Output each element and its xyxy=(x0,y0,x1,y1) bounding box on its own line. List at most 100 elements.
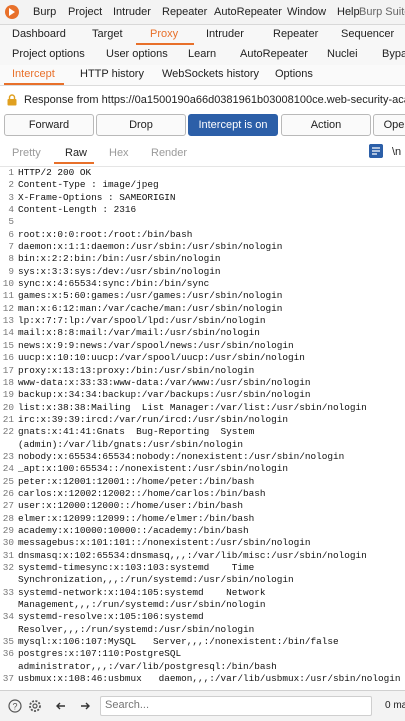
tab-proxy[interactable]: Proxy xyxy=(150,28,178,40)
search-field[interactable] xyxy=(100,696,372,716)
tab-sequencer[interactable]: Sequencer xyxy=(341,28,394,40)
tab-options[interactable]: Options xyxy=(275,68,313,80)
editor-line: administrator,,,:/var/lib/postgresql:/bi… xyxy=(0,661,405,673)
line-number: 27 xyxy=(2,500,14,512)
line-number: 10 xyxy=(2,278,14,290)
drop-button[interactable]: Drop xyxy=(96,114,186,136)
menu-window[interactable]: Window xyxy=(287,6,326,18)
editor-line: 5 xyxy=(0,216,405,228)
editor-line: 11 games:x:5:60:games:/usr/games:/usr/sbi… xyxy=(0,290,405,302)
line-number: 13 xyxy=(2,315,14,327)
secondary-tabs: Project options User options Learn AutoR… xyxy=(0,45,405,66)
forward-arrow-icon[interactable] xyxy=(78,699,92,713)
line-text: _apt:x:100:65534::/nonexistent:/usr/sbin… xyxy=(18,463,289,475)
line-text: sync:x:4:65534:sync:/bin:/bin/sync xyxy=(18,278,210,290)
editor-line: 28 elmer:x:12099:12099::/home/elmer:/bin/… xyxy=(0,513,405,525)
menu-help[interactable]: Help xyxy=(337,6,360,18)
tab-intercept[interactable]: Intercept xyxy=(12,68,55,80)
editor-line: 20 list:x:38:38:Mailing List Manager:/var… xyxy=(0,402,405,414)
editor-line: 3 X-Frame-Options : SAMEORIGIN xyxy=(0,192,405,204)
menu-intruder[interactable]: Intruder xyxy=(113,6,151,18)
line-number: 35 xyxy=(2,636,14,648)
editor-line: 2 Content-Type : image/jpeg xyxy=(0,179,405,191)
line-number: 36 xyxy=(2,648,14,660)
line-text: sys:x:3:3:sys:/dev:/usr/sbin/nologin xyxy=(18,265,221,277)
line-number: 20 xyxy=(2,401,14,413)
line-text: list:x:38:38:Mailing List Manager:/var/l… xyxy=(18,401,367,413)
burp-logo-icon xyxy=(5,5,19,19)
settings-icon[interactable] xyxy=(28,699,42,713)
help-icon[interactable]: ? xyxy=(8,699,22,713)
forward-button[interactable]: Forward xyxy=(4,114,94,136)
editor-line: 10 sync:x:4:65534:sync:/bin:/bin/sync xyxy=(0,278,405,290)
line-number: 26 xyxy=(2,487,14,499)
editor-line: 6 root:x:0:0:root:/root:/bin/bash xyxy=(0,229,405,241)
editor-line: 35 mysql:x:106:107:MySQL Server,,,:/nonex… xyxy=(0,636,405,648)
tab-user-options[interactable]: User options xyxy=(106,48,168,60)
editor-line: 14 mail:x:8:8:mail:/var/mail:/usr/sbin/no… xyxy=(0,327,405,339)
tab-pretty[interactable]: Pretty xyxy=(12,147,41,159)
editor-line: (admin):/var/lib/gnats:/usr/sbin/nologin xyxy=(0,439,405,451)
line-number: 31 xyxy=(2,549,14,561)
line-text: gnats:x:41:41:Gnats Bug-Reporting System xyxy=(18,426,255,438)
message-view-tabs: Pretty Raw Hex Render \n xyxy=(0,144,405,164)
editor-line: 9 sys:x:3:3:sys:/dev:/usr/sbin/nologin xyxy=(0,266,405,278)
tab-learn[interactable]: Learn xyxy=(188,48,216,60)
line-text: HTTP/2 200 OK xyxy=(18,167,92,178)
line-text: elmer:x:12099:12099::/home/elmer:/bin/ba… xyxy=(18,512,255,524)
back-arrow-icon[interactable] xyxy=(54,699,68,713)
tab-render[interactable]: Render xyxy=(151,147,187,159)
line-number: 34 xyxy=(2,611,14,623)
line-number: 37 xyxy=(2,673,14,685)
tab-target[interactable]: Target xyxy=(92,28,123,40)
tab-project-options[interactable]: Project options xyxy=(12,48,85,60)
tab-hex[interactable]: Hex xyxy=(109,147,129,159)
menu-burp[interactable]: Burp xyxy=(33,6,56,18)
menu-repeater[interactable]: Repeater xyxy=(162,6,207,18)
editor-line: 15 news:x:9:9:news:/var/spool/news:/usr/s… xyxy=(0,340,405,352)
open-browser-button[interactable]: Ope xyxy=(373,114,405,136)
tab-nuclei[interactable]: Nuclei xyxy=(327,48,358,60)
message-editor[interactable]: 1 HTTP/2 200 OK 2 Content-Type : image/jpeg… xyxy=(0,166,405,687)
line-number: 14 xyxy=(2,327,14,339)
tab-raw[interactable]: Raw xyxy=(65,147,87,159)
menu-autorepeater[interactable]: AutoRepeater xyxy=(214,6,282,18)
wrap-icon[interactable] xyxy=(369,144,383,158)
tab-repeater[interactable]: Repeater xyxy=(273,28,318,40)
match-count: 0 ma xyxy=(385,700,405,711)
editor-line: Resolver,,,:/run/systemd:/usr/sbin/nolog… xyxy=(0,624,405,636)
line-text: Synchronization,,,:/run/systemd:/usr/sbi… xyxy=(18,574,294,586)
line-number: 9 xyxy=(8,265,14,277)
tab-http-history[interactable]: HTTP history xyxy=(80,68,144,80)
main-tabs: Dashboard Target Proxy Intruder Repeater… xyxy=(0,25,405,46)
line-text: peter:x:12001:12001::/home/peter:/bin/ba… xyxy=(18,475,255,487)
editor-line: 30 messagebus:x:101:101::/nonexistent:/us… xyxy=(0,537,405,549)
line-number: 30 xyxy=(2,537,14,549)
newline-toggle[interactable]: \n xyxy=(392,146,401,158)
editor-line: 21 irc:x:39:39:ircd:/var/run/ircd:/usr/sb… xyxy=(0,414,405,426)
tab-intruder[interactable]: Intruder xyxy=(206,28,244,40)
line-text: systemd-timesync:x:103:103:systemd Time xyxy=(18,562,255,573)
line-text: news:x:9:9:news:/var/spool/news:/usr/sbi… xyxy=(18,339,294,351)
editor-line: 12 man:x:6:12:man:/var/cache/man:/usr/sbi… xyxy=(0,303,405,315)
proxy-subtabs: Intercept HTTP history WebSockets histor… xyxy=(0,65,405,86)
search-input[interactable] xyxy=(101,697,369,713)
editor-line: 4 Content-Length : 2316 xyxy=(0,204,405,216)
editor-line: 16 uucp:x:10:10:uucp:/var/spool/uucp:/usr… xyxy=(0,352,405,364)
line-text: dnsmasq:x:102:65534:dnsmasq,,,:/var/lib/… xyxy=(18,549,367,561)
tab-websockets-history[interactable]: WebSockets history xyxy=(162,68,259,80)
line-text: carlos:x:12002:12002::/home/carlos:/bin/… xyxy=(18,487,266,499)
tab-dashboard[interactable]: Dashboard xyxy=(12,28,66,40)
intercept-toggle-button[interactable]: Intercept is on xyxy=(188,114,278,136)
tab-bypass[interactable]: Bypa xyxy=(382,48,405,60)
line-number: 3 xyxy=(8,191,14,203)
tab-autorepeater[interactable]: AutoRepeater xyxy=(240,48,308,60)
line-number: 11 xyxy=(2,290,14,302)
editor-line: 36 postgres:x:107:110:PostgreSQL xyxy=(0,648,405,660)
line-number: 28 xyxy=(2,512,14,524)
line-number: 18 xyxy=(2,376,14,388)
menu-project[interactable]: Project xyxy=(68,6,102,18)
line-text: systemd-resolve:x:105:106:systemd xyxy=(18,611,204,623)
action-button[interactable]: Action xyxy=(281,114,371,136)
editor-line: 7 daemon:x:1:1:daemon:/usr/sbin:/usr/sbin… xyxy=(0,241,405,253)
